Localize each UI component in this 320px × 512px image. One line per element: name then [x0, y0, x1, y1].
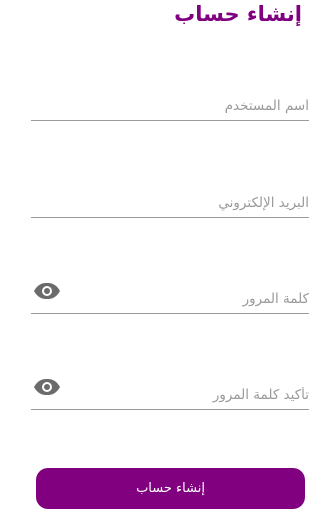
username-field-container [31, 80, 309, 121]
eye-icon[interactable] [33, 282, 61, 300]
email-input[interactable] [31, 195, 309, 211]
create-account-button[interactable]: إنشاء حساب [36, 468, 305, 509]
confirm-password-input[interactable] [71, 387, 309, 403]
email-field-container [31, 177, 309, 218]
username-input[interactable] [31, 98, 309, 114]
confirm-password-field-container [31, 369, 309, 410]
page-title: إنشاء حساب [174, 2, 302, 26]
eye-icon[interactable] [33, 378, 61, 396]
password-field-container [31, 273, 309, 314]
password-input[interactable] [71, 291, 309, 307]
